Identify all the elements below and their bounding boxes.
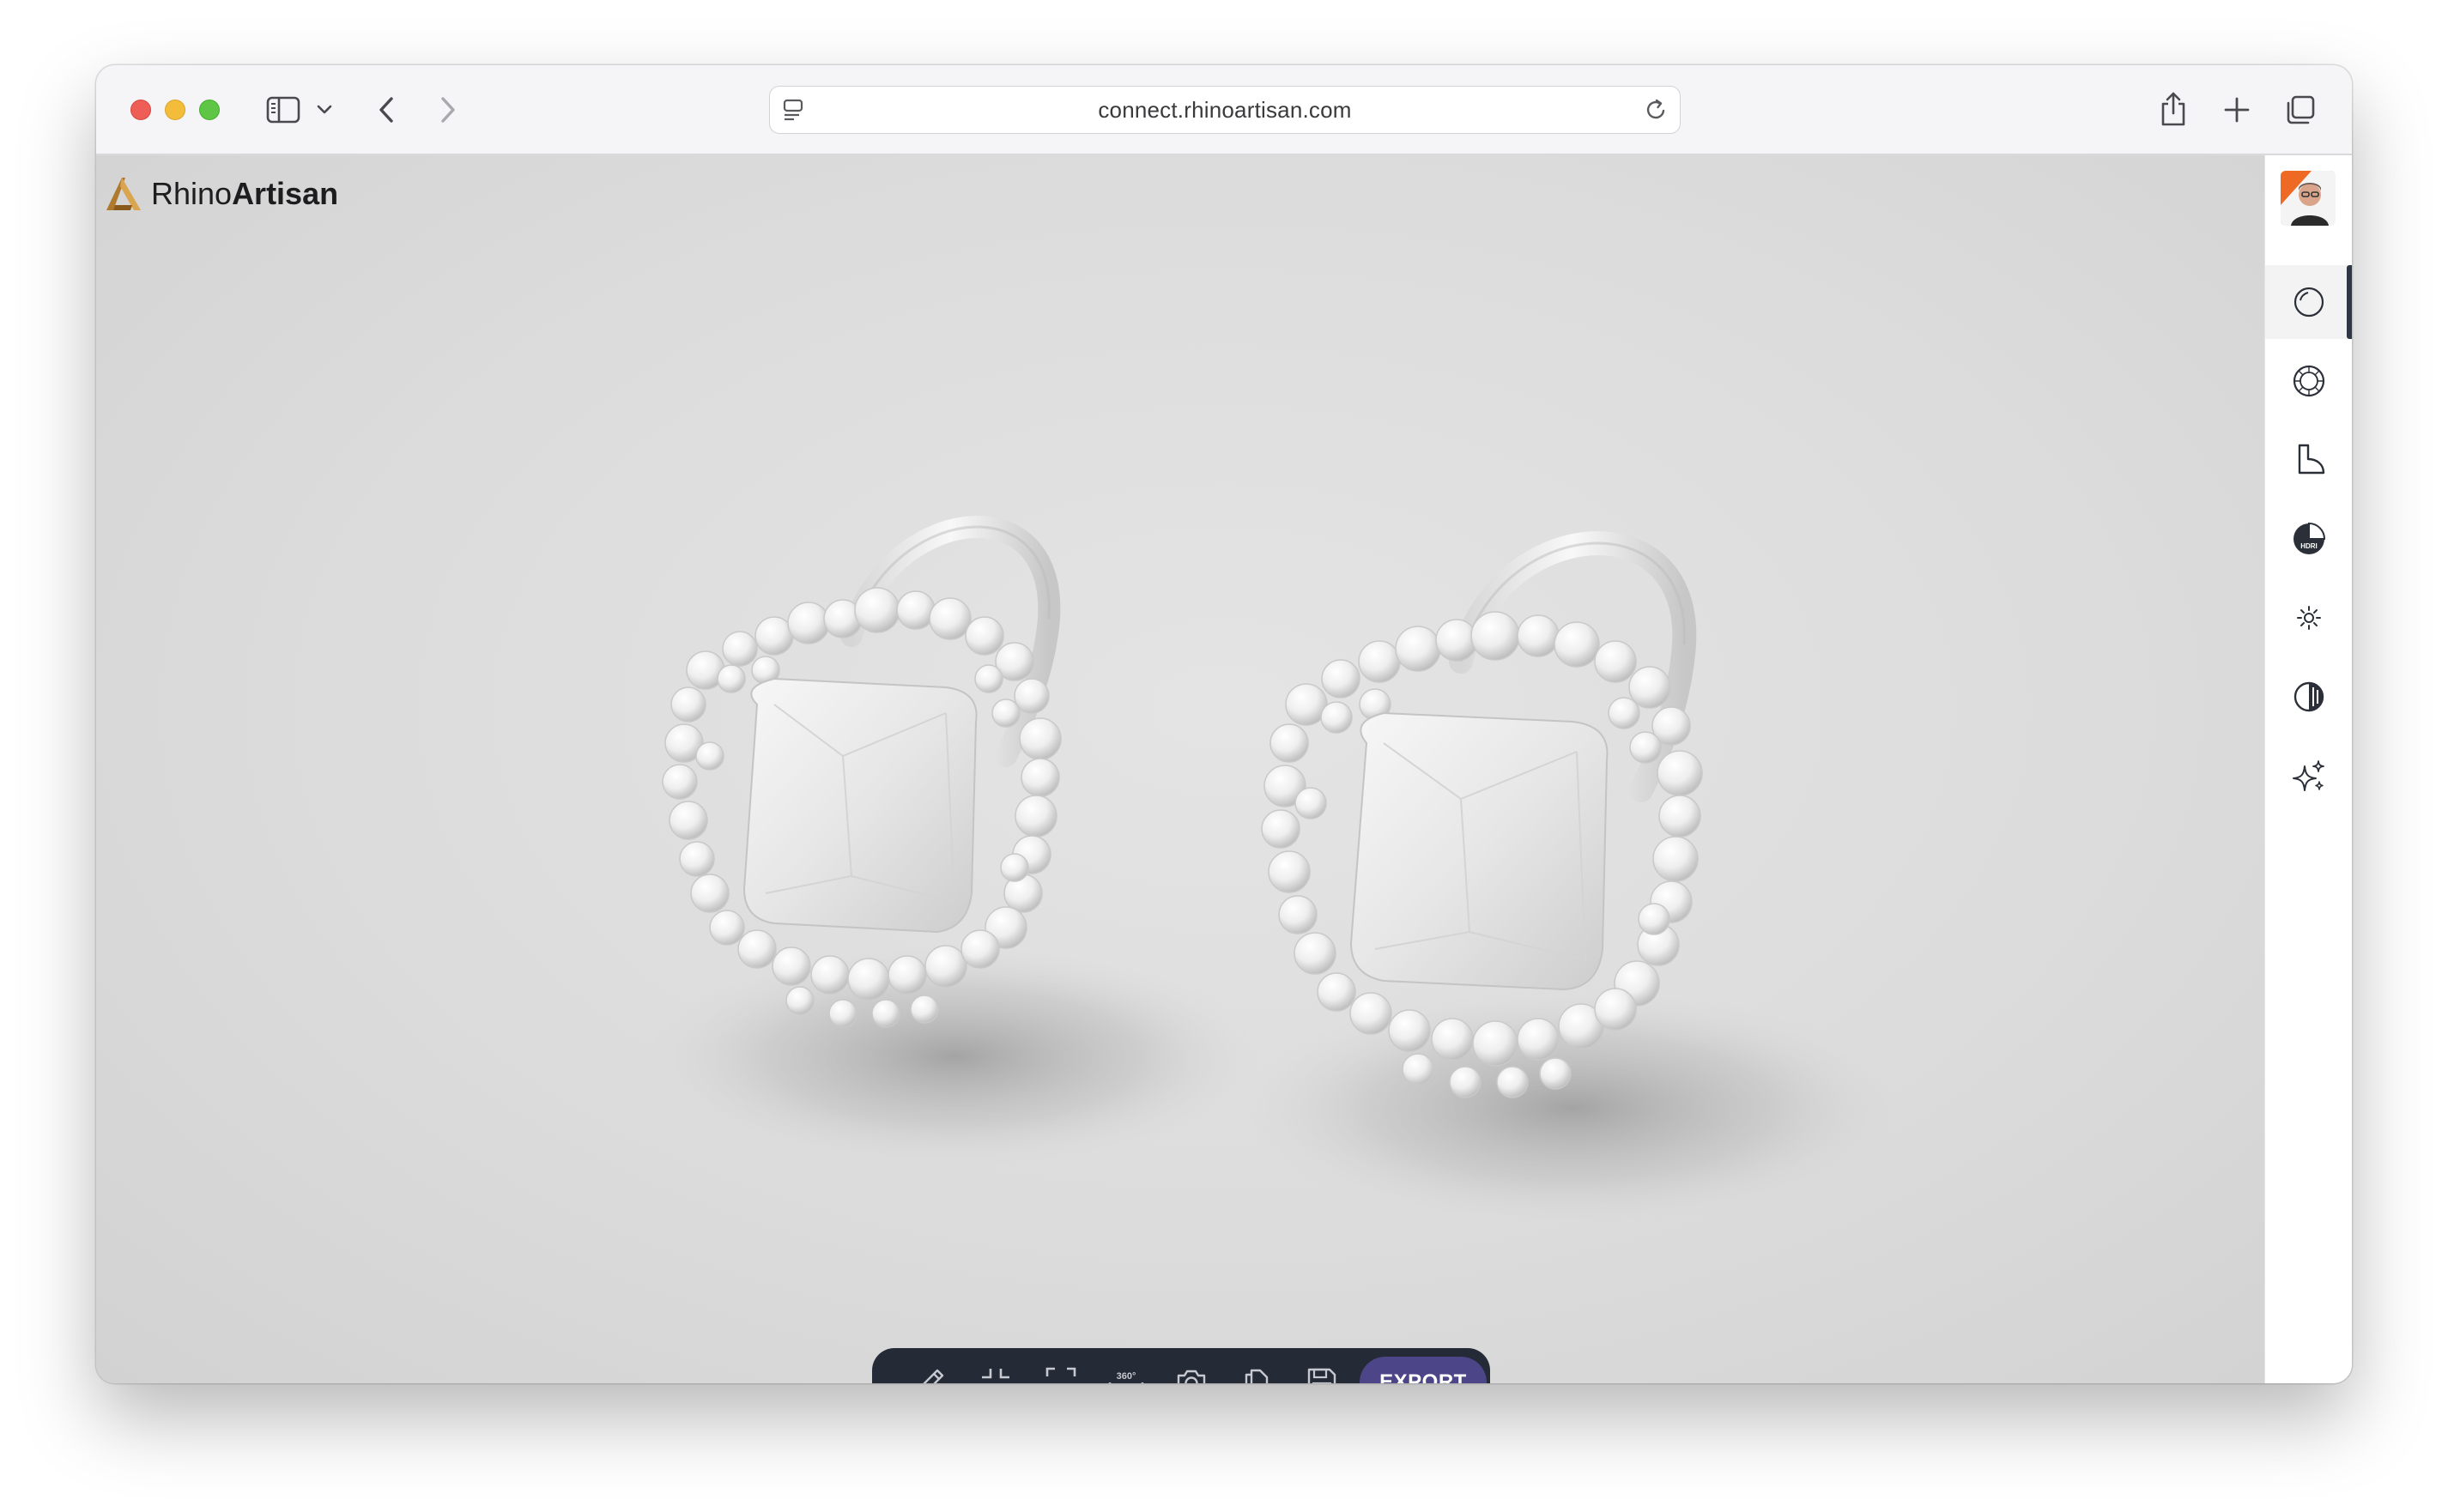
rotate-360-button[interactable]: 360° — [1094, 1348, 1159, 1383]
3d-viewport[interactable]: RhinoArtisan 360° EXPORT — [96, 155, 2264, 1383]
logo-text-bold: Artisan — [232, 176, 339, 211]
logo-text: RhinoArtisan — [151, 176, 338, 212]
browser-toolbar: connect.rhinoartisan.com — [96, 65, 2352, 154]
save-icon — [1307, 1368, 1336, 1383]
fullscreen-icon — [1045, 1367, 1076, 1376]
app-page: RhinoArtisan 360° EXPORT HDRI — [96, 155, 2352, 1383]
light-button[interactable] — [2265, 581, 2352, 655]
tab-overview-icon[interactable] — [2283, 93, 2318, 127]
hdri-button[interactable]: HDRI — [2265, 502, 2352, 576]
back-icon[interactable] — [369, 91, 403, 129]
shrink-icon — [982, 1369, 1009, 1379]
share-icon[interactable] — [2156, 89, 2190, 129]
browser-window: connect.rhinoartisan.com RhinoArtisan 36… — [96, 65, 2352, 1383]
svg-text:HDRI: HDRI — [2300, 542, 2318, 550]
material-button[interactable] — [2265, 265, 2352, 339]
rotate-360-icon: 360° — [1108, 1371, 1144, 1383]
contrast-button[interactable] — [2265, 660, 2352, 734]
shape-button[interactable] — [2265, 423, 2352, 497]
logo-text-regular: Rhino — [151, 176, 233, 211]
copy-icon — [1245, 1369, 1269, 1383]
copy-button[interactable] — [1224, 1348, 1289, 1383]
camera-icon — [1177, 1370, 1206, 1383]
edit-icon — [923, 1369, 944, 1383]
maximize-window-button[interactable] — [199, 100, 220, 120]
light-icon — [2296, 606, 2321, 630]
close-window-button[interactable] — [130, 100, 151, 120]
export-button[interactable]: EXPORT — [1360, 1357, 1487, 1383]
effects-button[interactable] — [2265, 739, 2352, 813]
shrink-button[interactable] — [963, 1348, 1028, 1383]
address-bar[interactable]: connect.rhinoartisan.com — [769, 86, 1681, 134]
earrings-render — [645, 516, 1907, 1228]
minimize-window-button[interactable] — [165, 100, 185, 120]
hdri-icon: HDRI — [2293, 522, 2325, 554]
gem-icon — [2293, 365, 2324, 397]
right-sidebar: HDRI — [2264, 155, 2352, 1383]
screenshot-button[interactable] — [1159, 1348, 1224, 1383]
sidebar-toggle-icon[interactable] — [264, 93, 302, 127]
new-tab-icon[interactable] — [2221, 94, 2252, 125]
chevron-down-icon[interactable] — [314, 100, 335, 120]
gem-button[interactable] — [2265, 344, 2352, 418]
reload-icon[interactable] — [1644, 97, 1669, 123]
rhinoartisan-logo[interactable]: RhinoArtisan — [103, 174, 338, 214]
edit-button[interactable] — [898, 1348, 963, 1383]
sparkle-icon — [2292, 760, 2324, 791]
forward-icon[interactable] — [431, 91, 465, 129]
logo-mark-icon — [106, 178, 141, 210]
viewer-toolbar: 360° EXPORT — [872, 1348, 1490, 1383]
contrast-icon — [2293, 681, 2324, 712]
rotate-360-label: 360° — [1117, 1371, 1136, 1382]
shape-icon — [2298, 444, 2324, 475]
fullscreen-button[interactable] — [1028, 1348, 1094, 1383]
save-button[interactable] — [1289, 1348, 1354, 1383]
avatar[interactable] — [2281, 171, 2336, 226]
user-avatar-image — [2281, 171, 2336, 226]
material-icon — [2293, 287, 2324, 318]
url-text: connect.rhinoartisan.com — [1098, 96, 1352, 123]
